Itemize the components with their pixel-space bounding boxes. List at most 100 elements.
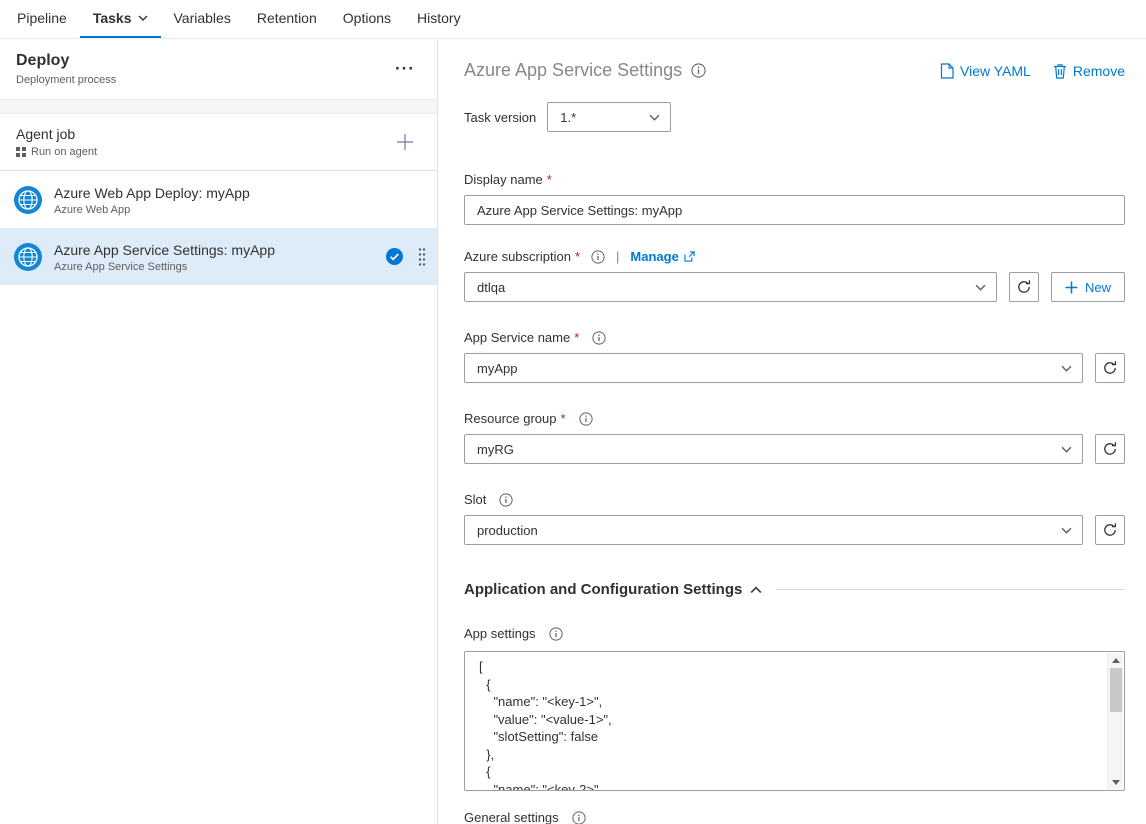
display-name-label: Display name [464,172,543,187]
task-version-dropdown[interactable]: 1.* [547,102,671,132]
required-marker: * [575,249,580,264]
app-service-name-label: App Service name [464,330,570,345]
refresh-slot-button[interactable] [1095,515,1125,545]
azure-subscription-label: Azure subscription [464,249,571,264]
task-version-value: 1.* [560,110,576,125]
info-icon[interactable] [572,811,586,824]
refresh-icon [1102,522,1118,538]
divider: | [616,249,619,264]
task-title: Azure Web App Deploy: myApp [54,184,429,202]
azure-subscription-dropdown[interactable]: dtlqa [464,272,997,302]
general-settings-label: General settings [464,810,559,824]
view-yaml-label: View YAML [960,63,1031,79]
app-settings-textarea[interactable]: [ { "name": "<key-1>", "value": "<value-… [464,651,1125,791]
task-item-azure-app-service-settings[interactable]: Azure App Service Settings: myApp Azure … [0,228,437,285]
chevron-down-icon [1061,365,1072,372]
tab-retention[interactable]: Retention [244,0,330,38]
slot-label: Slot [464,492,486,507]
view-yaml-button[interactable]: View YAML [940,63,1031,79]
process-header[interactable]: Deploy Deployment process ··· [0,40,437,99]
tab-label: Retention [257,10,317,26]
info-icon[interactable] [691,63,706,78]
process-title: Deploy [16,51,116,71]
refresh-icon [1102,441,1118,457]
refresh-resource-group-button[interactable] [1095,434,1125,464]
chevron-down-icon [138,15,148,21]
info-icon[interactable] [499,493,513,507]
chevron-up-icon [750,586,762,594]
tab-label: Pipeline [17,10,67,26]
chevron-down-icon [649,114,660,121]
tab-history[interactable]: History [404,0,474,38]
task-item-azure-web-app-deploy[interactable]: Azure Web App Deploy: myApp Azure Web Ap… [0,171,437,228]
azure-app-service-settings-icon [13,242,43,272]
tab-label: Options [343,10,391,26]
info-icon[interactable] [549,627,563,641]
plus-icon [1065,281,1078,294]
tab-pipeline[interactable]: Pipeline [4,0,80,38]
task-version-label: Task version [464,110,536,125]
refresh-app-service-button[interactable] [1095,353,1125,383]
app-service-name-value: myApp [477,361,517,376]
app-settings-label: App settings [464,626,536,641]
info-icon[interactable] [592,331,606,345]
agent-job-subtitle: Run on agent [31,146,97,158]
resource-group-value: myRG [477,442,514,457]
agent-job-header[interactable]: Agent job Run on agent [0,114,437,171]
chevron-down-icon [1061,446,1072,453]
pipeline-top-nav: Pipeline Tasks Variables Retention Optio… [0,0,1146,39]
required-marker: * [574,330,579,345]
tab-options[interactable]: Options [330,0,404,38]
app-settings-value[interactable]: [ { "name": "<key-1>", "value": "<value-… [465,652,1124,791]
scrollbar-thumb[interactable] [1110,668,1122,712]
add-task-button[interactable] [389,130,421,154]
sidebar-divider [0,99,437,114]
manage-label: Manage [630,249,678,264]
tab-label: Tasks [93,10,132,26]
trash-icon [1053,63,1067,79]
chevron-down-icon [975,284,986,291]
tab-label: History [417,10,461,26]
agent-job-title: Agent job [16,125,97,143]
remove-label: Remove [1073,63,1125,79]
drag-handle-icon[interactable] [415,245,429,269]
task-title: Azure App Service Settings: myApp [54,241,378,259]
tab-label: Variables [174,10,231,26]
task-subtitle: Azure Web App [54,204,429,216]
tab-variables[interactable]: Variables [161,0,244,38]
required-marker: * [561,411,566,426]
app-config-section-header[interactable]: Application and Configuration Settings [464,581,1125,598]
refresh-icon [1102,360,1118,376]
selected-check-icon [386,248,403,265]
azure-subscription-value: dtlqa [477,280,505,295]
refresh-subscription-button[interactable] [1009,272,1039,302]
info-icon[interactable] [579,412,593,426]
plus-icon [395,132,415,152]
display-name-input[interactable] [464,195,1125,225]
scroll-up-icon[interactable] [1108,653,1124,667]
manage-subscription-link[interactable]: Manage [630,249,694,264]
info-icon[interactable] [591,250,605,264]
app-service-name-dropdown[interactable]: myApp [464,353,1083,383]
chevron-down-icon [1061,527,1072,534]
new-label: New [1085,280,1111,295]
resource-group-dropdown[interactable]: myRG [464,434,1083,464]
slot-value: production [477,523,538,538]
more-options-button[interactable]: ··· [391,62,419,76]
slot-dropdown[interactable]: production [464,515,1083,545]
process-subtitle: Deployment process [16,74,116,86]
section-divider [776,589,1125,590]
task-subtitle: Azure App Service Settings [54,261,378,273]
required-marker: * [547,172,552,187]
external-link-icon [684,251,695,262]
remove-button[interactable]: Remove [1053,63,1125,79]
textarea-scrollbar[interactable] [1107,653,1123,789]
agent-pool-icon [16,147,26,157]
refresh-icon [1016,279,1032,295]
scroll-down-icon[interactable] [1108,775,1124,789]
tab-tasks[interactable]: Tasks [80,0,161,38]
resource-group-label: Resource group [464,411,557,426]
task-settings-panel: Azure App Service Settings View YAML Rem… [439,40,1146,824]
task-settings-title: Azure App Service Settings [464,60,682,81]
new-subscription-button[interactable]: New [1051,272,1125,302]
